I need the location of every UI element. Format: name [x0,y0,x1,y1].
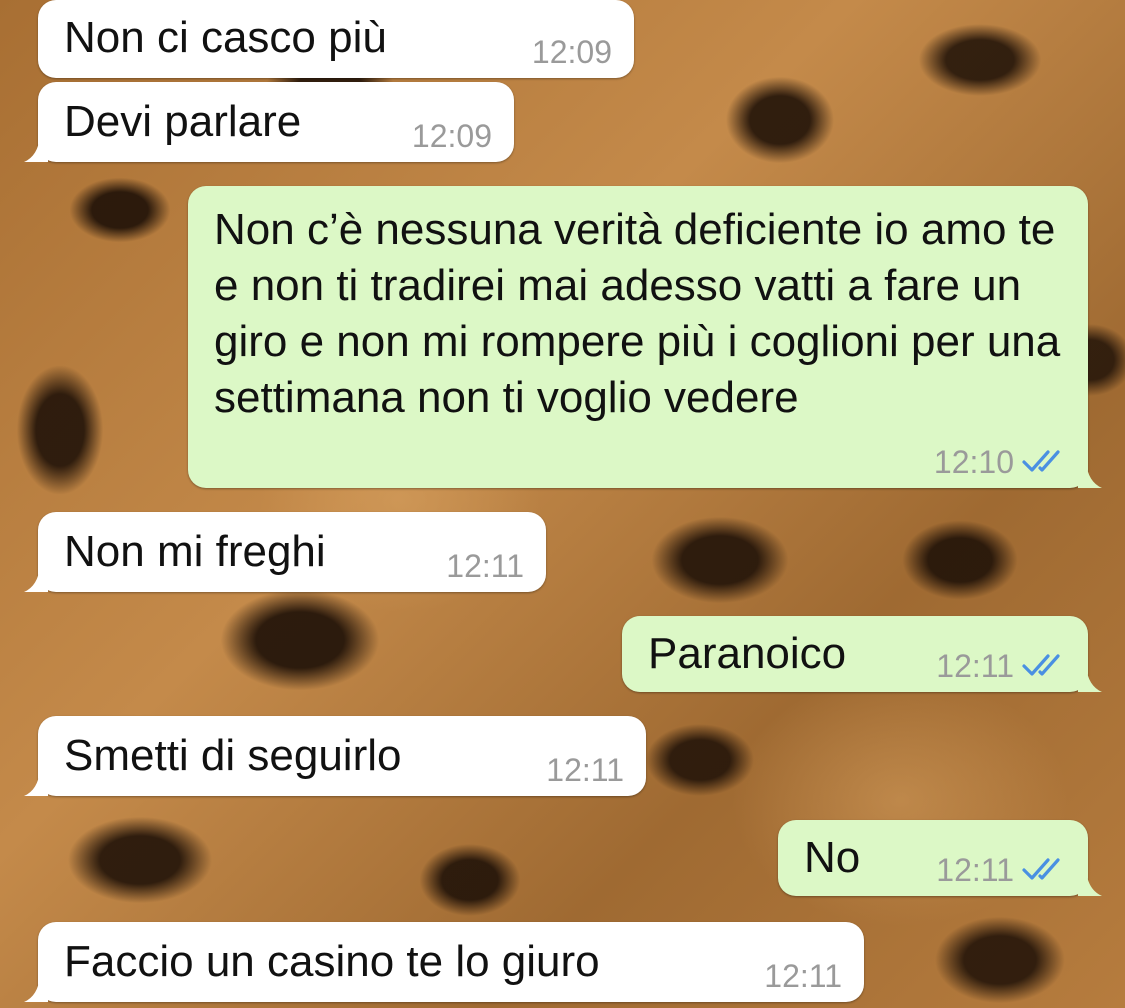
double-check-icon [1022,858,1060,880]
message-outgoing[interactable]: No 12:11 [778,820,1102,896]
message-text: No [804,833,861,882]
double-check-icon [1022,654,1060,676]
bubble-tail [1078,870,1102,896]
bubble-tail [24,566,48,592]
message-incoming[interactable]: Non ci casco più 12:09 [38,0,634,78]
message-text: Smetti di seguirlo [64,731,402,780]
message-time: 12:11 [546,752,624,788]
message-time: 12:11 [936,852,1014,888]
message-text: Paranoico [648,629,847,678]
message-text: Devi parlare [64,97,302,146]
bubble-tail [24,770,48,796]
message-time: 12:10 [933,444,1014,480]
message-text: Non c’è nessuna verità deficiente io amo… [214,205,1061,422]
bubble-tail [1078,666,1102,692]
message-incoming[interactable]: Faccio un casino te lo giuro 12:11 [24,922,864,1002]
message-outgoing[interactable]: Non c’è nessuna verità deficiente io amo… [188,186,1102,488]
message-time: 12:09 [531,34,612,70]
message-incoming[interactable]: Devi parlare 12:09 [24,82,514,162]
message-outgoing[interactable]: Paranoico 12:11 [622,616,1102,692]
bubble-tail [24,136,48,162]
message-time: 12:09 [411,118,492,154]
bubble-tail [24,976,48,1002]
message-time: 12:11 [936,648,1014,684]
message-incoming[interactable]: Smetti di seguirlo 12:11 [24,716,646,796]
message-time: 12:11 [764,958,842,994]
double-check-icon [1022,450,1060,472]
message-text: Faccio un casino te lo giuro [64,937,600,986]
message-text: Non ci casco più [64,13,387,62]
bubble-tail [1078,462,1102,488]
message-text: Non mi freghi [64,527,326,576]
message-incoming[interactable]: Non mi freghi 12:11 [24,512,546,592]
message-time: 12:11 [446,548,524,584]
